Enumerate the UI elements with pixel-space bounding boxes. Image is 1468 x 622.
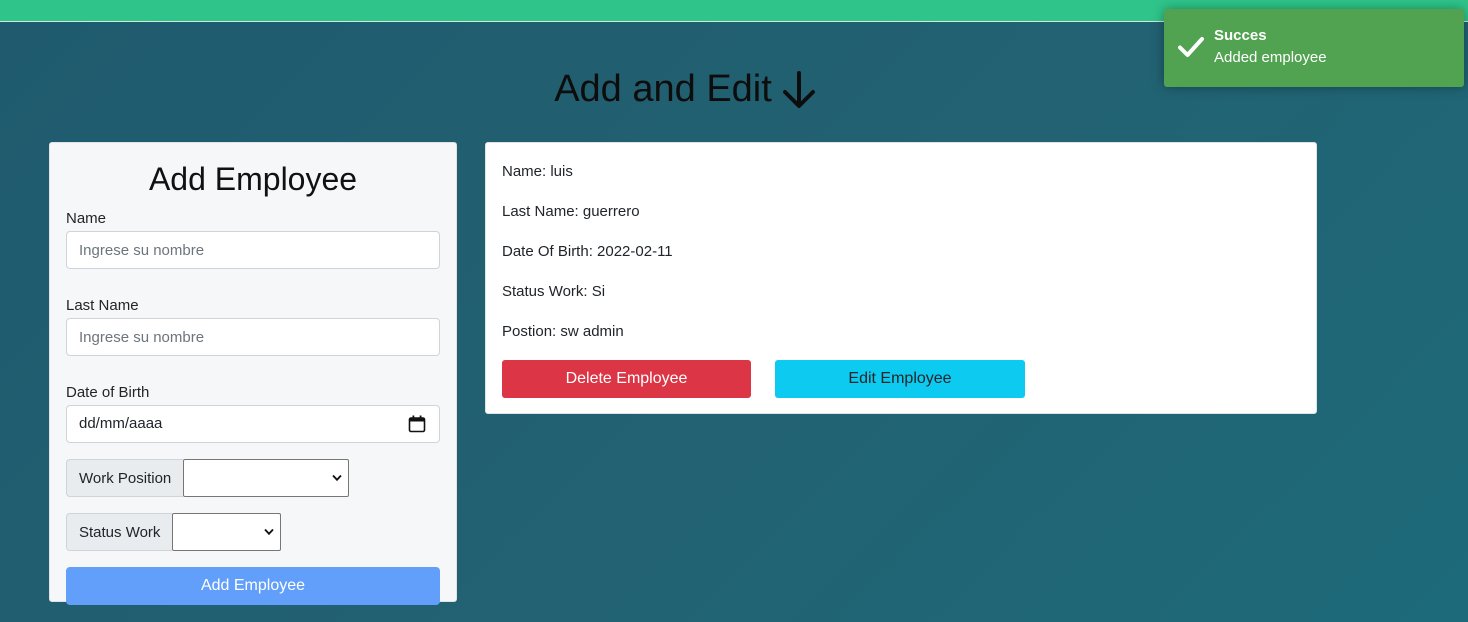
employee-card: Name: luis Last Name: guerrero Date Of B…	[485, 142, 1317, 414]
toast-title: Succes	[1214, 27, 1267, 44]
employee-actions: Delete Employee Edit Employee	[502, 360, 1300, 398]
employee-dob: Date Of Birth: 2022-02-11	[502, 243, 673, 260]
toast-message: Added employee	[1214, 49, 1327, 66]
check-icon	[1178, 37, 1204, 57]
chevron-down-icon	[264, 528, 275, 536]
work-position-label: Work Position	[66, 459, 184, 497]
delete-employee-button[interactable]: Delete Employee	[502, 360, 751, 398]
edit-employee-button[interactable]: Edit Employee	[775, 360, 1025, 398]
status-work-group: Status Work	[66, 513, 440, 551]
last-name-input[interactable]	[66, 318, 440, 356]
employee-status-work: Status Work: Si	[502, 283, 606, 300]
work-position-group: Work Position	[66, 459, 440, 497]
status-work-select[interactable]	[172, 513, 282, 551]
add-employee-button[interactable]: Add Employee	[66, 567, 440, 605]
name-group: Name	[66, 210, 440, 269]
chevron-down-icon	[332, 474, 342, 482]
add-employee-title: Add Employee	[148, 161, 358, 197]
name-input[interactable]	[66, 231, 440, 269]
employee-last-name: Last Name: guerrero	[502, 203, 640, 220]
last-name-label: Last Name	[66, 297, 139, 314]
name-label: Name	[66, 210, 107, 227]
dob-input[interactable]: dd/mm/aaaa	[66, 405, 440, 443]
dob-group: Date of Birth dd/mm/aaaa	[66, 384, 440, 443]
employee-position: Postion: sw admin	[502, 323, 624, 340]
last-name-group: Last Name	[66, 297, 440, 356]
employee-name: Name: luis	[502, 163, 573, 180]
page-title: Add and Edit	[554, 68, 772, 110]
dob-value: dd/mm/aaaa	[66, 405, 440, 443]
add-employee-card: Add Employee Name Last Name Date of Birt…	[49, 142, 457, 605]
work-position-select[interactable]	[183, 459, 350, 497]
calendar-icon[interactable]	[408, 415, 426, 433]
success-toast[interactable]: Succes Added employee	[1164, 9, 1464, 87]
status-work-label: Status Work	[66, 513, 173, 551]
dob-label: Date of Birth	[66, 384, 150, 401]
arrow-down-icon	[782, 70, 815, 108]
